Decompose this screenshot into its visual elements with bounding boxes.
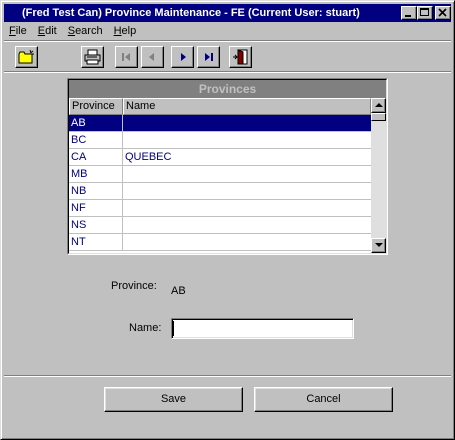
menu-edit[interactable]: Edit: [33, 23, 63, 40]
scroll-up-button[interactable]: [371, 98, 386, 113]
province-name-cell: [123, 234, 371, 250]
save-button[interactable]: Save: [104, 387, 243, 412]
last-record-icon: [205, 53, 213, 61]
cancel-button[interactable]: Cancel: [254, 387, 393, 412]
province-name-cell: [123, 132, 371, 148]
toolbar-separator: [4, 71, 451, 73]
name-input[interactable]: [171, 318, 354, 339]
menu-search[interactable]: Search: [63, 23, 109, 40]
previous-record-icon: [149, 53, 154, 61]
new-button[interactable]: [15, 46, 38, 68]
printer-icon: [84, 49, 101, 65]
vertical-scrollbar[interactable]: [371, 98, 386, 253]
menu-separator: [4, 40, 451, 42]
previous-record-button[interactable]: [141, 46, 164, 68]
grid-body: Provinces Province Name AB BC CA QUEBEC: [68, 79, 387, 254]
province-name-cell: [123, 115, 371, 131]
province-code-cell: NS: [69, 217, 123, 233]
province-code-cell: NB: [69, 183, 123, 199]
menu-help[interactable]: Help: [109, 23, 143, 40]
scroll-down-button[interactable]: [371, 238, 386, 253]
province-name-cell: [123, 166, 371, 182]
province-code-cell: BC: [69, 132, 123, 148]
column-header-name[interactable]: Name: [123, 98, 371, 115]
first-record-button[interactable]: [115, 46, 138, 68]
exit-button[interactable]: [229, 46, 252, 68]
exit-door-icon: [233, 49, 248, 65]
minimize-icon: [405, 15, 411, 17]
grid-rows: AB BC CA QUEBEC MB NB NF NS NT: [69, 115, 371, 251]
province-value: AB: [171, 285, 186, 297]
table-row[interactable]: NS: [69, 217, 371, 234]
table-row[interactable]: NF: [69, 200, 371, 217]
maximize-button[interactable]: [417, 6, 433, 20]
name-label: Name:: [129, 322, 162, 334]
province-code-cell: CA: [69, 149, 123, 165]
arrow-up-icon: [375, 103, 383, 107]
text-caret: [173, 321, 174, 336]
title-bar[interactable]: (Fred Test Can) Province Maintenance - F…: [4, 4, 451, 22]
app-window: (Fred Test Can) Province Maintenance - F…: [0, 0, 455, 440]
last-record-button[interactable]: [197, 46, 220, 68]
arrow-down-icon: [375, 243, 383, 247]
province-name-cell: [123, 183, 371, 199]
table-row[interactable]: NB: [69, 183, 371, 200]
table-row[interactable]: NT: [69, 234, 371, 251]
table-row[interactable]: CA QUEBEC: [69, 149, 371, 166]
province-code-cell: NF: [69, 200, 123, 216]
window-title: (Fred Test Can) Province Maintenance - F…: [22, 7, 360, 19]
province-label: Province:: [111, 280, 157, 292]
button-separator: [4, 375, 451, 377]
province-code-cell: NT: [69, 234, 123, 250]
provinces-grid: Provinces Province Name AB BC CA QUEBEC: [67, 78, 388, 255]
first-record-icon: [122, 53, 130, 61]
grid-header: Province Name: [69, 98, 371, 115]
province-code-cell: AB: [69, 115, 123, 131]
scroll-thumb[interactable]: [371, 113, 386, 121]
province-name-cell: [123, 200, 371, 216]
table-row[interactable]: MB: [69, 166, 371, 183]
close-button[interactable]: [435, 6, 451, 20]
close-icon: [438, 8, 447, 17]
province-name-cell: [123, 217, 371, 233]
toolbar: [1, 44, 455, 70]
print-button[interactable]: [81, 46, 104, 68]
menu-bar: File Edit Search Help: [4, 23, 451, 40]
next-record-button[interactable]: [171, 46, 194, 68]
menu-file[interactable]: File: [4, 23, 33, 40]
province-code-cell: MB: [69, 166, 123, 182]
province-name-cell: QUEBEC: [125, 151, 172, 163]
column-header-province[interactable]: Province: [69, 98, 123, 115]
minimize-button[interactable]: [401, 6, 417, 20]
table-row[interactable]: BC: [69, 132, 371, 149]
next-record-icon: [181, 53, 186, 61]
new-folder-icon: [18, 49, 34, 64]
grid-caption: Provinces: [69, 80, 386, 98]
table-row[interactable]: AB: [69, 115, 371, 132]
maximize-icon: [420, 8, 429, 16]
